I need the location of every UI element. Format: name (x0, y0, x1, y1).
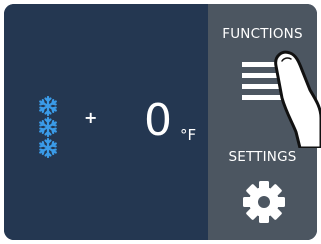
side-panel: FUNCTIONS SETTINGS (208, 4, 317, 240)
plus-sign: + (84, 108, 98, 127)
temperature-value: 0 (144, 95, 172, 146)
temperature-unit: °F (180, 126, 197, 144)
temperature-display: + 0 °F (4, 4, 208, 240)
hamburger-menu-icon (240, 58, 284, 102)
snowflake-icon (39, 116, 57, 138)
snowflake-icon (39, 96, 57, 117)
functions-button[interactable]: FUNCTIONS (208, 4, 317, 122)
snowflake-icon (39, 137, 57, 158)
gear-icon (242, 180, 286, 224)
snowflake-stack (35, 96, 61, 158)
touch-screen: + 0 °F FUNCTIONS SETTINGS (4, 4, 317, 240)
functions-label: FUNCTIONS (222, 26, 303, 42)
settings-label: SETTINGS (228, 149, 297, 165)
settings-button[interactable]: SETTINGS (208, 122, 317, 240)
